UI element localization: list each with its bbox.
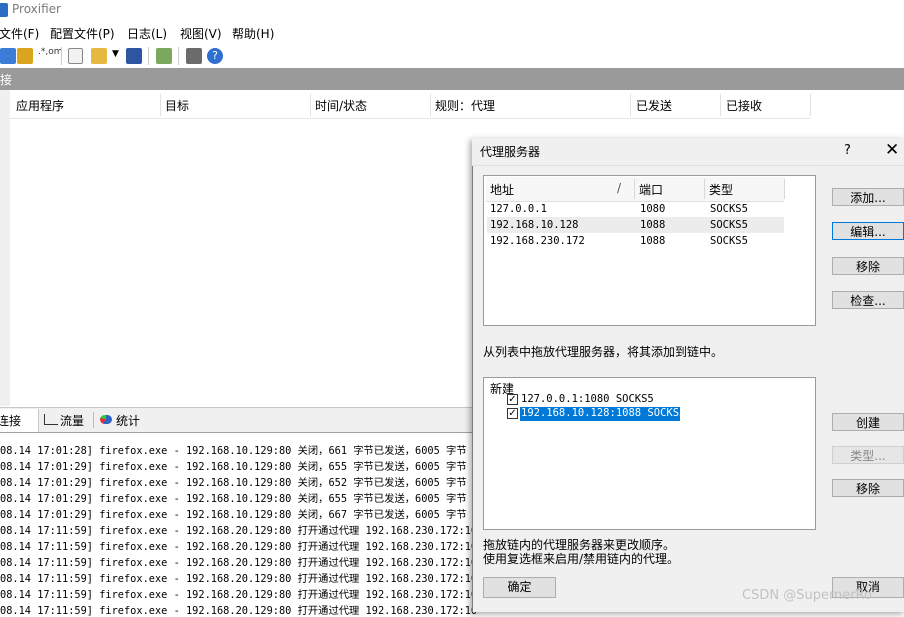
column-separator[interactable] [634, 179, 635, 199]
chain-order-hint-line2: 使用复选框来启用/禁用链内的代理。 [483, 552, 680, 566]
add-button[interactable]: 添加... [832, 188, 904, 206]
column-separator[interactable] [630, 94, 631, 116]
log-icon[interactable] [17, 48, 33, 64]
column-separator[interactable] [784, 179, 785, 199]
connections-column-headers [10, 92, 810, 119]
open-folder-icon[interactable] [91, 48, 107, 64]
toolbar-separator [61, 47, 62, 65]
column-header-application[interactable]: 应用程序 [16, 97, 64, 114]
tab-traffic[interactable]: 流量 [60, 412, 84, 429]
proxy-header-type[interactable]: 类型 [709, 181, 733, 198]
log-line: 08.14 17:11:59] firefox.exe - 192.168.20… [0, 589, 478, 601]
edit-button[interactable]: 编辑... [832, 222, 904, 240]
drag-hint: 从列表中拖放代理服务器，将其添加到链中。 [483, 345, 724, 359]
watermark: CSDN @SupernerRo [742, 588, 873, 603]
proxy-row-address[interactable]: 127.0.0.1 [490, 203, 547, 215]
column-separator[interactable] [430, 94, 431, 116]
column-separator[interactable] [704, 179, 705, 199]
toolbar-separator [148, 47, 149, 65]
dialog-title: 代理服务器 [480, 145, 541, 159]
remove-proxy-button[interactable]: 移除 [832, 257, 904, 275]
traffic-chart-icon [44, 414, 58, 425]
app-title: Proxifier [12, 2, 61, 16]
log-line: 08.14 17:11:59] firefox.exe - 192.168.20… [0, 605, 478, 617]
proxy-row-type[interactable]: SOCKS5 [710, 219, 748, 231]
column-header-sent[interactable]: 已发送 [636, 97, 672, 114]
proxy-row-port[interactable]: 1088 [640, 235, 665, 247]
chain-order-hint: 拖放链内的代理服务器来更改顺序。 使用复选框来启用/禁用链内的代理。 [483, 538, 679, 566]
log-line: 08.14 17:01:29] firefox.exe - 192.168.10… [0, 509, 467, 521]
open-profile-icon[interactable] [68, 48, 83, 64]
chain-item-checkbox[interactable]: ✓ [507, 394, 518, 405]
app-icon [0, 3, 8, 17]
proxy-header-address[interactable]: 地址 [490, 181, 514, 198]
toolbar-separator [178, 47, 179, 65]
check-button[interactable]: 检查... [832, 291, 904, 309]
chain-item-checkbox[interactable]: ✓ [507, 408, 518, 419]
remove-chain-button[interactable]: 移除 [832, 479, 904, 497]
chain-item[interactable]: 127.0.0.1:1080 SOCKS5 [521, 393, 654, 405]
column-separator[interactable] [310, 94, 311, 116]
tab-statistics[interactable]: 统计 [116, 412, 140, 429]
menu-help[interactable]: 帮助(H) [232, 25, 274, 42]
proxy-list-header [486, 177, 784, 202]
save-icon[interactable] [126, 48, 142, 64]
menu-view[interactable]: 视图(V) [180, 25, 222, 42]
connections-label: 接 [0, 73, 13, 87]
column-separator[interactable] [720, 94, 721, 116]
create-chain-button[interactable]: 创建 [832, 413, 904, 431]
help-icon[interactable]: ? [207, 48, 223, 64]
chain-item-selected[interactable]: 192.168.10.128:1088 SOCKS5 [521, 407, 685, 419]
new-profile-icon[interactable] [0, 48, 16, 64]
column-separator[interactable] [160, 94, 161, 116]
log-line: 08.14 17:11:59] firefox.exe - 192.168.20… [0, 557, 478, 569]
export-icon[interactable] [156, 48, 172, 64]
proxy-header-port[interactable]: 端口 [639, 181, 663, 198]
log-line: 08.14 17:11:59] firefox.exe - 192.168.20… [0, 573, 478, 585]
proxy-row-type[interactable]: SOCKS5 [710, 203, 748, 215]
menu-log[interactable]: 日志(L) [127, 25, 167, 42]
log-line: 08.14 17:01:29] firefox.exe - 192.168.10… [0, 477, 467, 489]
column-header-time-status[interactable]: 时间/状态 [315, 97, 367, 114]
menu-profile[interactable]: 配置文件(P) [50, 25, 115, 42]
dropdown-arrow-icon[interactable]: ▼ [112, 49, 119, 59]
proxy-row-type[interactable]: SOCKS5 [710, 235, 748, 247]
log-line: 08.14 17:11:59] firefox.exe - 192.168.20… [0, 541, 478, 553]
menu-file[interactable]: 文件(F) [0, 25, 39, 42]
print-icon[interactable] [186, 48, 202, 64]
sort-indicator-icon: / [617, 181, 622, 195]
proxy-row-port[interactable]: 1088 [640, 219, 665, 231]
log-line: 08.14 17:11:59] firefox.exe - 192.168.20… [0, 525, 478, 537]
log-line: 08.14 17:01:29] firefox.exe - 192.168.10… [0, 493, 467, 505]
column-header-rule-proxy[interactable]: 规则：代理 [435, 97, 495, 114]
dialog-help-button[interactable]: ? [844, 143, 851, 158]
tab-connections-label: 连接 [0, 414, 22, 428]
proxy-row-address[interactable]: 192.168.10.128 [490, 219, 579, 231]
chain-order-hint-line1: 拖放链内的代理服务器来更改顺序。 [483, 538, 676, 552]
statistics-pie-icon [100, 415, 112, 424]
column-separator[interactable] [810, 94, 811, 116]
dns-icon[interactable]: .*,om [38, 47, 63, 57]
ok-button[interactable]: 确定 [483, 577, 556, 598]
connections-header [0, 68, 904, 90]
column-header-received[interactable]: 已接收 [726, 97, 762, 114]
log-line: 08.14 17:01:28] firefox.exe - 192.168.10… [0, 445, 467, 457]
proxy-row-address[interactable]: 192.168.230.172 [490, 235, 585, 247]
column-header-target[interactable]: 目标 [165, 97, 189, 114]
log-line: 08.14 17:01:29] firefox.exe - 192.168.10… [0, 461, 467, 473]
proxy-row-port[interactable]: 1080 [640, 203, 665, 215]
tab-separator [93, 412, 94, 428]
window-titlebar [0, 0, 904, 22]
dialog-close-button[interactable]: ✕ [885, 140, 899, 160]
chain-type-button[interactable]: 类型... [832, 446, 904, 464]
